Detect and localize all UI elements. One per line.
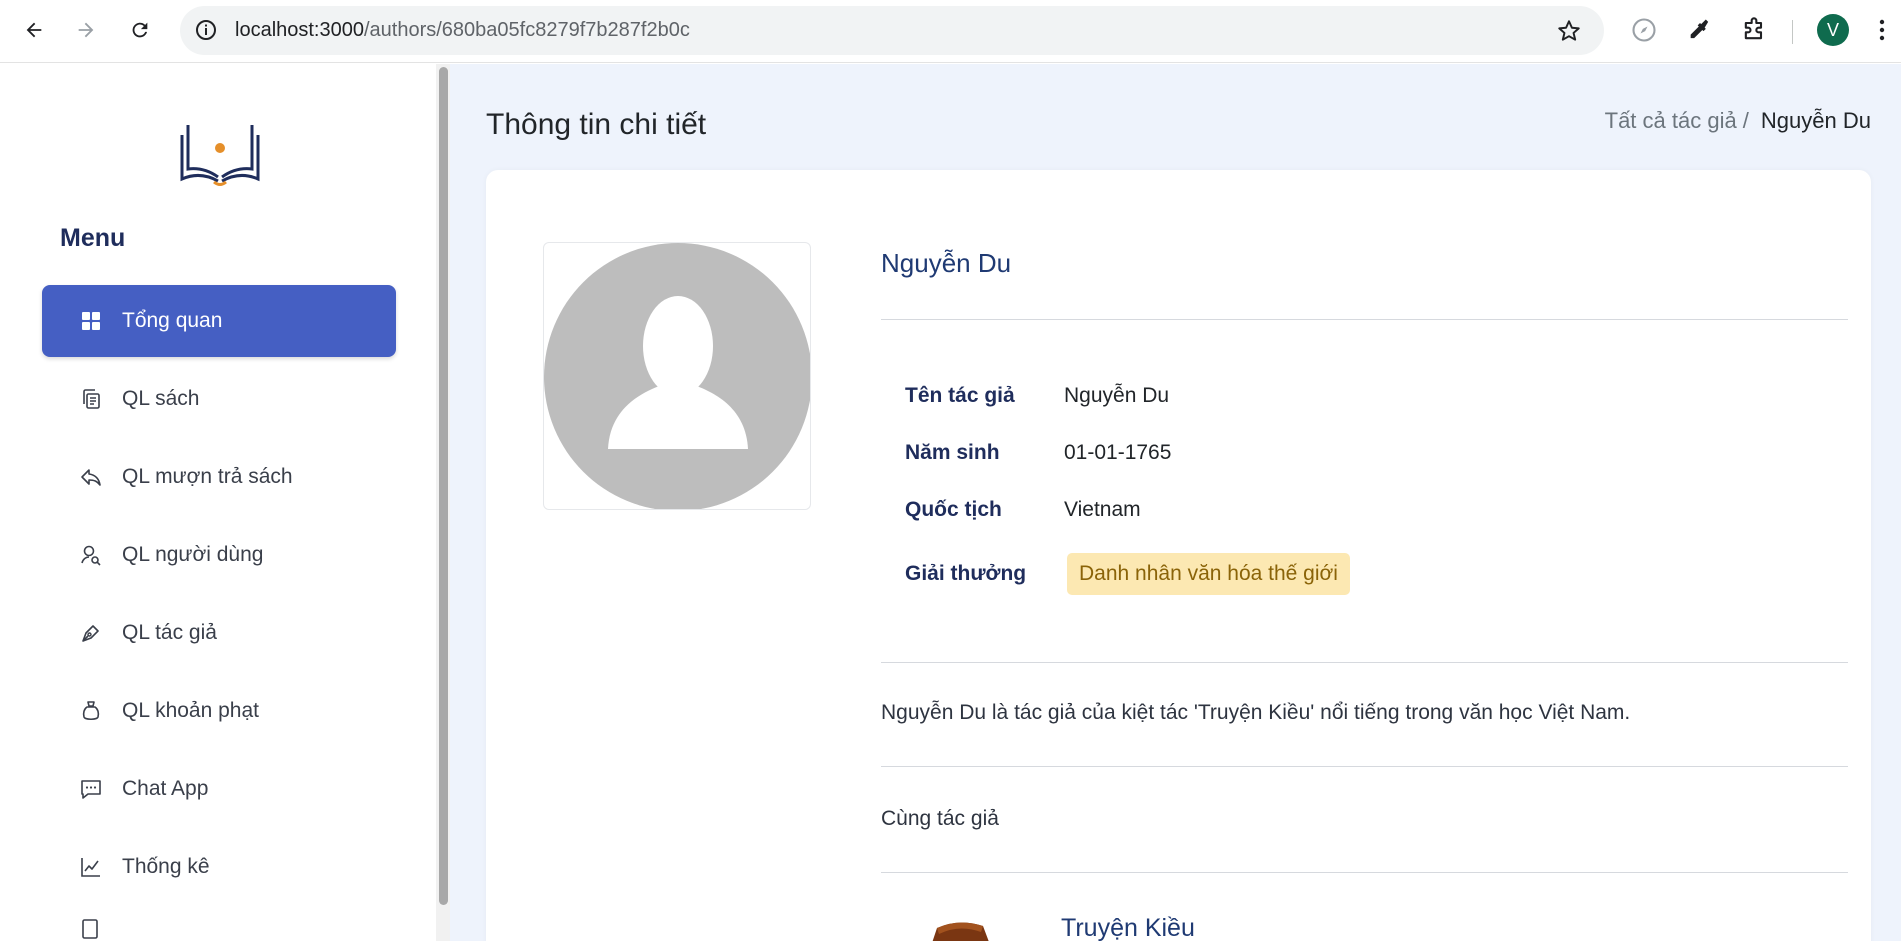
pen-icon — [78, 620, 104, 646]
chart-icon — [78, 854, 104, 880]
bookmark-star-icon[interactable] — [1556, 18, 1582, 44]
eyedropper-extension-icon[interactable] — [1686, 16, 1714, 44]
author-detail-card: Nguyễn Du Tên tác giả Nguyễn Du Năm sinh… — [486, 170, 1871, 941]
award-badge: Danh nhân văn hóa thế giới — [1067, 553, 1350, 595]
default-avatar-icon — [544, 243, 810, 509]
bag-icon — [78, 698, 104, 724]
breadcrumb-current: Nguyễn Du — [1760, 108, 1871, 133]
sidebar-item-label: QL khoản phạt — [122, 699, 259, 722]
info-value: Nguyễn Du — [1064, 384, 1170, 407]
more-menu-icon[interactable] — [1872, 16, 1892, 44]
info-row-award: Giải thưởng Danh nhân văn hóa thế giới — [905, 553, 1350, 595]
author-description: Nguyễn Du là tác giả của kiệt tác 'Truyệ… — [881, 701, 1631, 724]
info-label: Năm sinh — [905, 441, 1000, 464]
info-label: Quốc tịch — [905, 498, 1002, 521]
divider — [881, 766, 1848, 767]
back-button[interactable] — [16, 12, 52, 48]
sidebar-item-label: QL sách — [122, 387, 200, 410]
main-content: Thông tin chi tiết Tất cả tác giả / Nguy… — [450, 64, 1901, 941]
arrow-left-icon — [26, 22, 42, 38]
arrow-right-icon — [78, 22, 94, 38]
sidebar-item-authors[interactable]: QL tác giả — [42, 597, 396, 669]
sidebar-item-label: QL tác giả — [122, 621, 217, 644]
info-value: 01-01-1765 — [1064, 441, 1172, 464]
sidebar-item-label: QL người dùng — [122, 543, 264, 566]
sidebar-item-fines[interactable]: QL khoản phạt — [42, 675, 396, 747]
sidebar-item-label: Thống kê — [122, 855, 210, 878]
grid-icon — [78, 308, 104, 334]
info-label: Giải thưởng — [905, 562, 1027, 585]
info-row-name: Tên tác giả Nguyễn Du — [905, 384, 1169, 408]
page-title: Thông tin chi tiết — [486, 108, 707, 141]
same-author-heading: Cùng tác giả — [881, 807, 999, 830]
sidebar: Menu Tổng quan QL sách QL mượn trả sách … — [0, 64, 440, 941]
reply-icon — [78, 464, 104, 490]
sidebar-item-label: Chat App — [122, 777, 209, 800]
info-icon[interactable] — [194, 18, 218, 42]
sidebar-item-books[interactable]: QL sách — [42, 363, 396, 435]
info-value: Vietnam — [1064, 498, 1141, 521]
document-icon — [78, 916, 104, 941]
forward-button[interactable] — [68, 12, 104, 48]
url-text[interactable]: localhost:3000/authors/680ba05fc8279f7b2… — [235, 19, 690, 42]
copy-icon — [78, 386, 104, 412]
author-photo — [543, 242, 811, 510]
sidebar-item-label: Tổng quan — [122, 309, 223, 332]
breadcrumb-parent-link[interactable]: Tất cả tác giả / — [1605, 108, 1749, 134]
puzzle-extensions-icon[interactable] — [1740, 16, 1768, 44]
divider — [881, 662, 1848, 663]
reload-button[interactable] — [122, 12, 158, 48]
sidebar-item-borrow[interactable]: QL mượn trả sách — [42, 441, 396, 513]
info-row-nationality: Quốc tịch Vietnam — [905, 498, 1141, 522]
divider — [881, 319, 1848, 320]
sidebar-item-stats[interactable]: Thống kê — [42, 831, 396, 903]
library-logo-icon[interactable] — [178, 121, 262, 187]
breadcrumb: Tất cả tác giả / Nguyễn Du — [1605, 108, 1871, 134]
compass-extension-icon[interactable] — [1630, 16, 1658, 44]
book-title-link[interactable]: Truyện Kiều — [1061, 914, 1195, 941]
sidebar-scrollbar-thumb[interactable] — [439, 67, 448, 905]
sidebar-item-partial[interactable] — [42, 909, 396, 941]
book-cover-thumbnail[interactable] — [919, 918, 1001, 941]
info-row-birth: Năm sinh 01-01-1765 — [905, 441, 1171, 465]
url-path: /authors/680ba05fc8279f7b287f2b0c — [363, 19, 690, 41]
toolbar-separator — [1792, 20, 1793, 44]
url-domain: localhost:3000 — [235, 19, 364, 41]
sidebar-item-users[interactable]: QL người dùng — [42, 519, 396, 591]
sidebar-item-overview[interactable]: Tổng quan — [42, 285, 396, 357]
author-name: Nguyễn Du — [881, 248, 1012, 278]
user-search-icon — [78, 542, 104, 568]
menu-title: Menu — [60, 224, 126, 252]
sidebar-item-label: QL mượn trả sách — [122, 465, 293, 488]
sidebar-item-chat[interactable]: Chat App — [42, 753, 396, 825]
chat-icon — [78, 776, 104, 802]
info-label: Tên tác giả — [905, 384, 1015, 407]
divider — [881, 872, 1848, 873]
profile-avatar[interactable]: V — [1817, 14, 1849, 46]
address-bar[interactable]: localhost:3000/authors/680ba05fc8279f7b2… — [180, 6, 1604, 55]
reload-icon — [132, 22, 148, 38]
browser-toolbar: localhost:3000/authors/680ba05fc8279f7b2… — [0, 0, 1901, 63]
